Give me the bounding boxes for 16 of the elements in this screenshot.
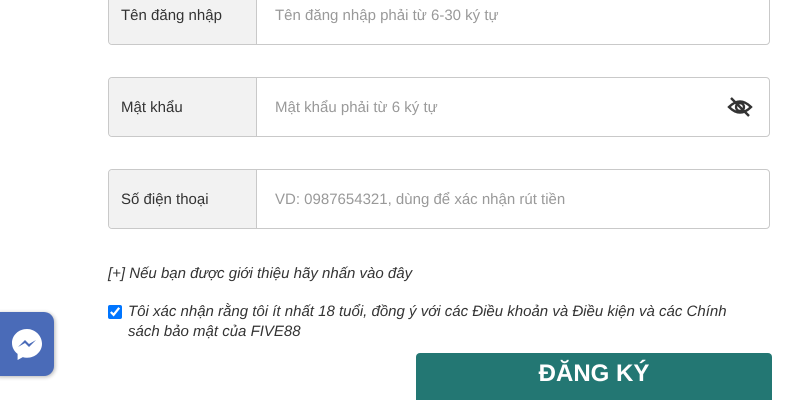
field-label: Mật khẩu [109,78,257,136]
register-button[interactable]: ĐĂNG KÝ [416,353,772,400]
field-label: Tên đăng nhập [109,0,257,44]
input-field[interactable]: Mật khẩu phải từ 6 ký tự [257,78,727,136]
field-label: Số điện thoại [109,170,257,228]
input-field[interactable]: Tên đăng nhập phải từ 6-30 ký tự [257,0,769,44]
terms-checkbox[interactable] [108,305,122,319]
form-field[interactable]: Mật khẩu Mật khẩu phải từ 6 ký tự [108,77,770,137]
terms-text: Tôi xác nhận rằng tôi ít nhất 18 tuổi, đồng ý với các Điều khoản và Điều kiện và các Chính sách bảo mật của FIVE88 [128,302,728,342]
referral-link[interactable]: [+] Nếu bạn được giới thiệu hãy nhấn vào đây [108,265,412,282]
input-field[interactable]: VD: 0987654321, dùng để xác nhận rút tiền [257,170,769,228]
form-field[interactable]: Số điện thoại VD: 0987654321, dùng để xác nhận rút tiền [108,169,770,229]
chat-bubble-icon [9,326,45,362]
eye-slash-icon[interactable] [727,96,753,118]
form-field[interactable]: Tên đăng nhập Tên đăng nhập phải từ 6-30 ký tự [108,0,770,45]
messenger-button[interactable] [0,312,54,376]
